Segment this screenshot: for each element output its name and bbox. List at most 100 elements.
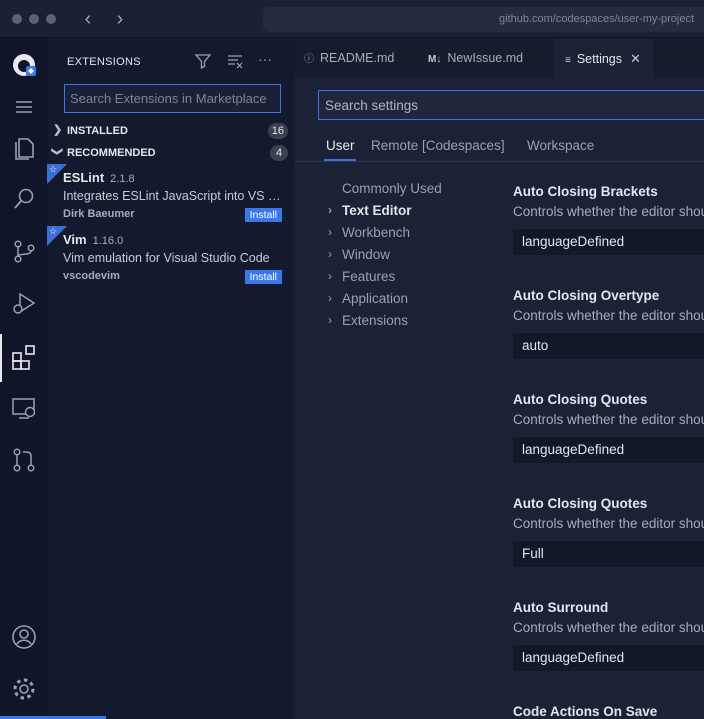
toc-label: Workbench [342,225,411,240]
source-control-icon[interactable] [10,237,38,265]
filter-icon[interactable] [194,52,212,70]
toc-item-window[interactable]: › Window [328,247,391,262]
install-button[interactable]: Install [244,270,282,284]
extension-description: Vim emulation for Visual Studio Code [63,251,270,265]
tab-newissue[interactable]: M↓ NewIssue.md [418,38,552,78]
chevron-right-icon: › [328,225,332,239]
settings-scope-tabs: User Remote [Codespaces] Workspace [294,134,704,162]
setting-value-select[interactable]: languageDefined [513,645,704,671]
run-debug-icon[interactable] [10,289,38,317]
extension-item-eslint[interactable]: ☆ ESLint 2.1.8 Integrates ESLint JavaScri… [47,164,294,226]
chevron-right-icon: › [328,247,332,261]
tab-settings[interactable]: ≡ Settings ✕ [553,38,653,78]
setting-auto-closing-brackets: Auto Closing Brackets Controls whether t… [513,184,704,255]
section-installed[interactable]: ❯ INSTALLED 16 [47,120,294,142]
browser-titlebar: ‹ › github.com/codespaces/user-my-projec… [0,0,704,38]
clear-results-icon[interactable] [226,52,244,70]
setting-description: Controls whether the editor should [513,308,704,323]
active-indicator [0,334,2,382]
setting-description: Controls whether the editor should [513,204,704,219]
chevron-right-icon: › [328,269,332,283]
pull-requests-icon[interactable] [10,446,38,474]
remote-explorer-icon[interactable] [10,394,38,422]
tab-label: NewIssue.md [447,51,524,65]
setting-auto-closing-overtype: Auto Closing Overtype Controls whether t… [513,288,704,359]
editor-area: ⓘ README.md M↓ NewIssue.md ≡ Settings ✕ User… [294,38,704,719]
back-icon[interactable]: ‹ [78,9,98,29]
setting-title: Auto Closing Quotes [513,392,648,407]
extension-description: Integrates ESLint JavaScript into VS Cod… [63,189,287,203]
toc-item-extensions[interactable]: › Extensions [328,313,409,328]
extensions-search-input[interactable] [64,84,281,113]
more-actions-icon[interactable]: ··· [258,52,276,70]
tab-remote-scope[interactable]: Remote [Codespaces] [371,138,505,153]
tab-bar: ⓘ README.md M↓ NewIssue.md ≡ Settings ✕ [294,38,704,78]
tab-label: Settings [576,52,623,66]
active-scope-underline [324,159,356,161]
setting-auto-surround: Auto Surround Controls whether the edito… [513,600,704,671]
setting-title: Auto Closing Brackets [513,184,658,199]
zoom-window-button[interactable] [46,14,56,24]
toc-item-application[interactable]: › Application [328,291,409,306]
setting-description: Controls whether the editor should [513,620,704,635]
sidebar-title: EXTENSIONS [67,56,141,68]
accounts-icon[interactable] [10,51,38,79]
extension-version: 1.16.0 [92,235,124,247]
tab-user-scope[interactable]: User [326,138,355,153]
address-bar[interactable]: github.com/codespaces/user-my-project [263,7,704,32]
markdown-icon: M↓ [428,54,442,65]
activity-bar [0,38,47,719]
setting-value-select[interactable]: Full [513,541,704,567]
extension-version: 2.1.8 [110,173,135,185]
setting-title: Auto Closing Quotes [513,496,648,511]
extensions-sidebar: EXTENSIONS ··· ❯ INSTALLED 16 ❯ RECOMMEN… [47,38,294,719]
toc-label: Features [342,269,396,284]
star-icon: ☆ [49,226,58,236]
close-icon[interactable]: ✕ [630,51,641,66]
chevron-right-icon: › [328,203,332,217]
toc-label: Window [342,247,391,262]
extension-name: ESLint [63,170,105,185]
settings-list-icon: ≡ [565,55,571,66]
extension-publisher: Dirk Baeumer [63,208,135,220]
setting-code-actions-on-save: Code Actions On Save [513,704,704,719]
setting-description: Controls whether the editor should [513,412,704,427]
toc-item-workbench[interactable]: › Workbench [328,225,411,240]
search-icon[interactable] [10,185,38,213]
extension-publisher: vscodevim [63,270,120,282]
setting-auto-closing-quotes: Auto Closing Quotes Controls whether the… [513,392,704,463]
star-icon: ☆ [49,164,58,174]
setting-title: Code Actions On Save [513,704,658,719]
menu-icon[interactable] [10,94,38,122]
section-recommended[interactable]: ❯ RECOMMENDED 4 [47,142,294,164]
toc-item-commonly-used[interactable]: Commonly Used [342,181,442,196]
chevron-down-icon: ❯ [51,146,64,157]
setting-description: Controls whether the editor should [513,516,704,531]
extensions-icon[interactable] [10,343,38,371]
forward-icon[interactable]: › [110,9,130,29]
info-icon: ⓘ [304,54,314,65]
toc-label: Application [342,291,409,306]
install-button[interactable]: Install [244,208,282,222]
settings-search-input[interactable] [318,90,704,120]
setting-value-select[interactable]: auto [513,333,704,359]
installed-count-badge: 16 [267,123,288,139]
account-icon[interactable] [10,623,38,651]
extension-item-vim[interactable]: ☆ Vim 1.16.0 Vim emulation for Visual Stu… [47,226,294,288]
tab-label: README.md [320,51,395,65]
manage-gear-icon[interactable] [10,675,38,703]
setting-title: Auto Surround [513,600,609,615]
setting-value-select[interactable]: languageDefined [513,437,704,463]
minimize-window-button[interactable] [29,14,39,24]
toc-item-text-editor[interactable]: › Text Editor [328,203,412,218]
tab-readme[interactable]: ⓘ README.md [294,38,412,78]
setting-value-select[interactable]: languageDefined [513,229,704,255]
section-recommended-label: RECOMMENDED [67,147,156,159]
section-installed-label: INSTALLED [67,125,128,137]
close-window-button[interactable] [12,14,22,24]
toc-label: Extensions [342,313,409,328]
tab-workspace-scope[interactable]: Workspace [527,138,594,153]
chevron-right-icon: › [328,313,332,327]
toc-item-features[interactable]: › Features [328,269,396,284]
explorer-icon[interactable] [10,133,38,161]
